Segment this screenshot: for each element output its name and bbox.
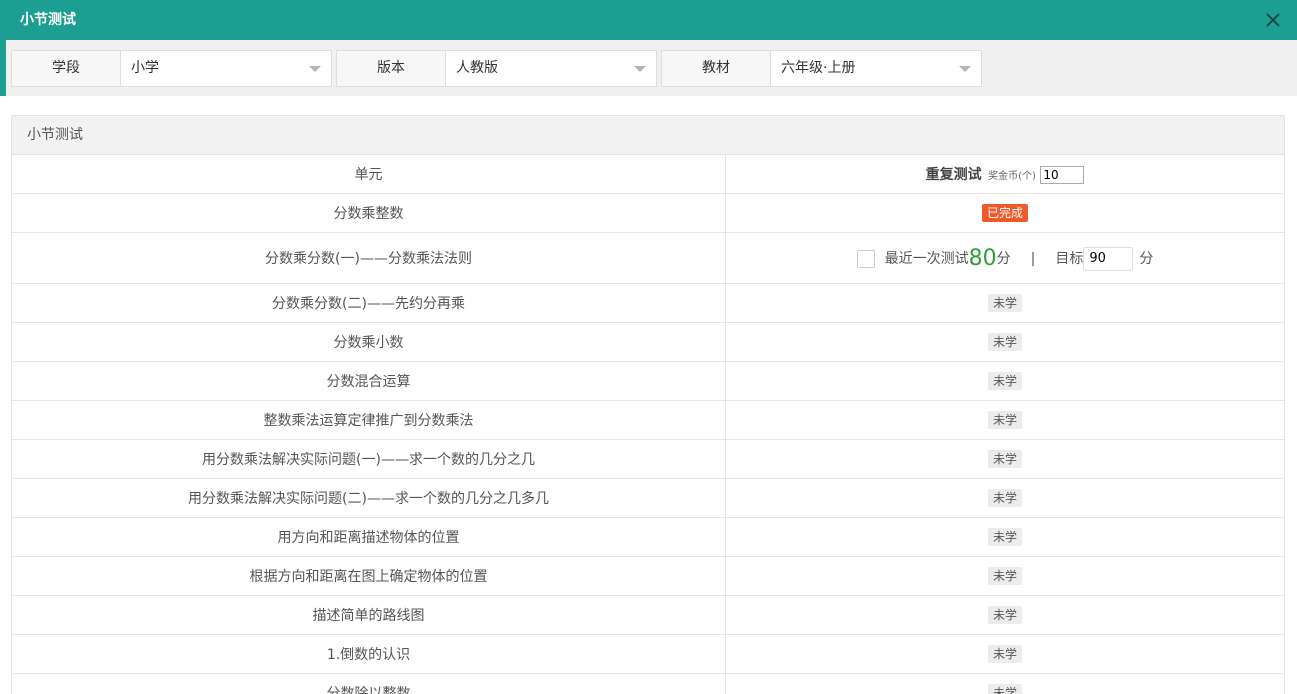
dialog-title: 小节测试 [20,0,76,40]
status-cell: 未学 [726,479,1285,518]
status-cell: 未学 [726,635,1285,674]
status-badge: 未学 [988,372,1022,390]
unit-name: 1.倒数的认识 [12,635,726,674]
status-badge: 未学 [988,528,1022,546]
textbook-select[interactable]: 六年级·上册 [770,50,982,87]
stage-select[interactable]: 小学 [120,50,332,87]
score-unit: 分 [997,251,1011,267]
status-badge: 未学 [988,333,1022,351]
status-badge: 未学 [988,294,1022,312]
table-row: 整数乘法运算定律推广到分数乘法 未学 [12,401,1284,440]
unit-name: 分数除以整数 [12,674,726,694]
chevron-down-icon [959,66,971,72]
unit-name: 分数乘小数 [12,323,726,362]
status-cell: 未学 [726,596,1285,635]
score-cell: 最近一次测试80分|目标分 [726,233,1285,284]
separator: | [1031,251,1036,267]
status-cell: 未学 [726,284,1285,323]
filter-bar: 学段 小学 版本 人教版 教材 六年级·上册 [6,40,1297,96]
status-badge: 未学 [988,489,1022,507]
table-row: 根据方向和距离在图上确定物体的位置 未学 [12,557,1284,596]
unit-name: 用方向和距离描述物体的位置 [12,518,726,557]
status-cell: 未学 [726,674,1285,694]
coin-input[interactable] [1040,166,1084,184]
table-row: 分数乘整数 已完成 [12,194,1284,233]
filter-stage-label: 学段 [11,50,121,87]
table-row: 分数乘小数 未学 [12,323,1284,362]
unit-name: 分数混合运算 [12,362,726,401]
filter-edition-label: 版本 [336,50,446,87]
status-cell: 未学 [726,401,1285,440]
panel-title: 小节测试 [12,116,1284,155]
stage-select-value: 小学 [131,51,159,86]
unit-table: 单元 重复测试 奖金币(个) 分数乘整数 已完成 分数乘分数(一)——分数乘法法… [12,155,1284,694]
table-row: 1.倒数的认识 未学 [12,635,1284,674]
status-cell: 未学 [726,440,1285,479]
unit-name: 用分数乘法解决实际问题(二)——求一个数的几分之几多几 [12,479,726,518]
col-unit-header: 单元 [12,155,726,194]
table-header-row: 单元 重复测试 奖金币(个) [12,155,1284,194]
unit-name: 描述简单的路线图 [12,596,726,635]
unit-name: 用分数乘法解决实际问题(一)——求一个数的几分之几 [12,440,726,479]
table-row: 用方向和距离描述物体的位置 未学 [12,518,1284,557]
unit-name: 分数乘分数(二)——先约分再乘 [12,284,726,323]
last-score: 80 [969,246,997,271]
dialog-titlebar: 小节测试 [0,0,1297,40]
table-row: 分数混合运算 未学 [12,362,1284,401]
textbook-select-value: 六年级·上册 [781,51,855,86]
edition-select[interactable]: 人教版 [445,50,657,87]
repeat-test-label: 重复测试 [926,167,982,183]
table-row: 用分数乘法解决实际问题(一)——求一个数的几分之几 未学 [12,440,1284,479]
edition-select-value: 人教版 [456,51,498,86]
unit-name: 分数乘整数 [12,194,726,233]
unit-name: 整数乘法运算定律推广到分数乘法 [12,401,726,440]
coin-label: 奖金币(个) [988,171,1036,182]
filter-textbook-label: 教材 [661,50,771,87]
status-cell: 未学 [726,518,1285,557]
status-badge: 未学 [988,567,1022,585]
col-repeat-header: 重复测试 奖金币(个) [726,155,1285,194]
status-badge: 已完成 [982,204,1028,222]
select-checkbox[interactable] [857,250,875,268]
table-row: 分数除以整数 未学 [12,674,1284,694]
status-cell: 未学 [726,323,1285,362]
status-badge: 未学 [988,411,1022,429]
table-row: 用分数乘法解决实际问题(二)——求一个数的几分之几多几 未学 [12,479,1284,518]
status-badge: 未学 [988,645,1022,663]
last-test-label: 最近一次测试 [885,251,969,267]
unit-name: 分数乘分数(一)——分数乘法法则 [12,233,726,284]
status-cell: 已完成 [726,194,1285,233]
chevron-down-icon [309,66,321,72]
status-cell: 未学 [726,557,1285,596]
status-badge: 未学 [988,450,1022,468]
status-cell: 未学 [726,362,1285,401]
table-row: 分数乘分数(一)——分数乘法法则 最近一次测试80分|目标分 [12,233,1284,284]
status-badge: 未学 [988,606,1022,624]
close-icon[interactable] [1261,8,1285,32]
section-test-panel: 小节测试 单元 重复测试 奖金币(个) 分数乘整数 已完成 分数乘分数(一)——… [11,115,1285,694]
unit-name: 根据方向和距离在图上确定物体的位置 [12,557,726,596]
target-unit: 分 [1139,251,1153,267]
table-row: 分数乘分数(二)——先约分再乘 未学 [12,284,1284,323]
target-label: 目标 [1055,251,1083,267]
chevron-down-icon [634,66,646,72]
table-row: 描述简单的路线图 未学 [12,596,1284,635]
target-score-input[interactable] [1083,247,1133,271]
